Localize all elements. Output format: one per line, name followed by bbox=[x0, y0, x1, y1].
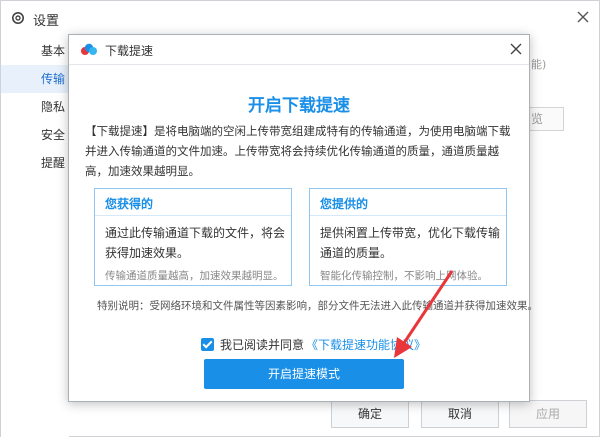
you-provide-note: 智能化传输控制，不影响上网体验。 bbox=[320, 270, 488, 282]
settings-close-icon[interactable] bbox=[575, 9, 591, 25]
sidebar-item-security[interactable]: 安全 bbox=[1, 121, 69, 149]
gear-icon bbox=[12, 12, 24, 24]
settings-sidebar: 基本 传输 隐私 安全 提醒 bbox=[1, 35, 69, 437]
agreement-row: 我已阅读并同意 《下载提速功能协议》 bbox=[201, 336, 426, 352]
dialog-titlebar: 下载提速 bbox=[69, 35, 529, 65]
you-get-title: 您获得的 bbox=[105, 197, 154, 211]
you-provide-body: 提供闲置上传带宽，优化下载传输通道的质量。 bbox=[320, 226, 501, 260]
divider bbox=[95, 215, 291, 216]
you-provide-title: 您提供的 bbox=[320, 197, 369, 211]
agree-text: 我已阅读并同意 bbox=[220, 337, 305, 352]
cancel-button[interactable]: 取消 bbox=[421, 400, 499, 428]
sidebar-item-transfer[interactable]: 传输 bbox=[1, 65, 69, 93]
browse-button[interactable]: 览 bbox=[524, 107, 564, 131]
special-note: 特别说明：受网络环境和文件属性等因素影响，部分文件无法进入此传输通道并获得加速效… bbox=[97, 300, 538, 312]
divider bbox=[310, 215, 506, 216]
sidebar-item-reminder[interactable]: 提醒 bbox=[1, 149, 69, 177]
baidu-netdisk-logo-icon bbox=[81, 43, 97, 55]
you-get-box: 您获得的 通过此传输通道下载的文件，将会获得加速效果。 传输通道质量越高，加速效… bbox=[94, 188, 292, 286]
sidebar-item-basic[interactable]: 基本 bbox=[1, 37, 69, 65]
you-get-note: 传输通道质量越高，加速效果越明显。 bbox=[105, 270, 284, 282]
you-get-body: 通过此传输通道下载的文件，将会获得加速效果。 bbox=[105, 226, 286, 260]
apply-button[interactable]: 应用 bbox=[509, 400, 587, 428]
download-speedup-dialog: 下载提速 开启下载提速 【下载提速】是将电脑端的空闲上传带宽组建成特有的传输通道… bbox=[68, 34, 538, 402]
dialog-heading: 开启下载提速 bbox=[248, 96, 350, 116]
enable-speedup-button[interactable]: 开启提速模式 bbox=[204, 359, 404, 389]
agree-checkbox[interactable] bbox=[201, 337, 214, 351]
settings-titlebar: 设置 bbox=[1, 1, 600, 35]
settings-partial-text: 能) bbox=[531, 58, 547, 71]
close-icon[interactable] bbox=[509, 42, 523, 56]
ok-button[interactable]: 确定 bbox=[331, 400, 409, 428]
dialog-description: 【下载提速】是将电脑端的空闲上传带宽组建成特有的传输通道，为使用电脑端下载并进入… bbox=[85, 124, 511, 178]
dialog-title: 下载提速 bbox=[105, 44, 154, 58]
sidebar-item-privacy[interactable]: 隐私 bbox=[1, 93, 69, 121]
you-provide-box: 您提供的 提供闲置上传带宽，优化下载传输通道的质量。 智能化传输控制，不影响上网… bbox=[309, 188, 507, 286]
settings-title: 设置 bbox=[33, 14, 60, 29]
agreement-link[interactable]: 《下载提速功能协议》 bbox=[306, 336, 426, 353]
